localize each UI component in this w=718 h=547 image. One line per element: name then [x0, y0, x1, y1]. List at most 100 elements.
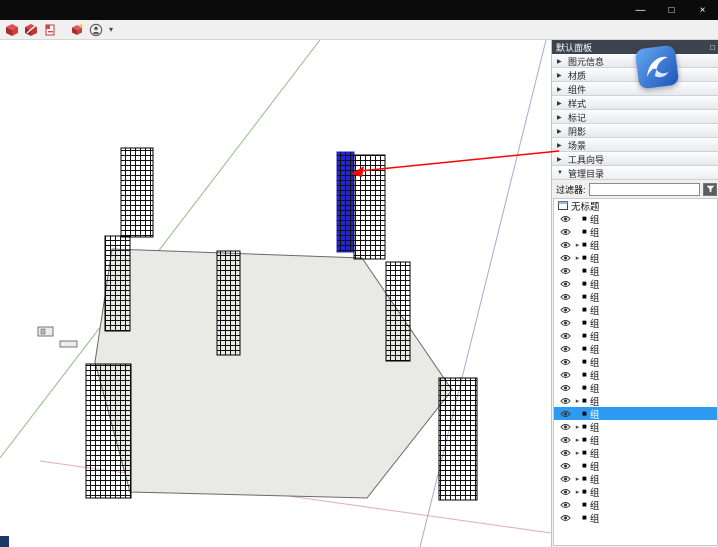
visibility-eye-icon[interactable] [560, 267, 573, 275]
outliner-item[interactable]: ■ 组 [554, 498, 717, 512]
outliner-item[interactable]: ▸ ■ 组 [554, 420, 717, 434]
outliner-item[interactable]: ■ 组 [554, 342, 717, 356]
visibility-eye-icon[interactable] [560, 228, 573, 236]
outliner-item[interactable]: ▸ ■ 组 [554, 446, 717, 460]
visibility-eye-icon[interactable] [560, 319, 573, 327]
plugin-red-cube-icon[interactable] [4, 22, 20, 38]
viewport-canvas[interactable] [0, 40, 551, 547]
outliner-item[interactable]: ■ 组 [554, 511, 717, 525]
expand-arrow-icon[interactable]: ▸ [573, 449, 582, 457]
visibility-eye-icon[interactable] [560, 215, 573, 223]
plugin-red-doc-icon[interactable] [42, 22, 58, 38]
outliner-item[interactable]: ▸ ■ 组 [554, 238, 717, 252]
rebar-column-center[interactable] [216, 250, 241, 356]
visibility-eye-icon[interactable] [560, 397, 573, 405]
filter-options-button[interactable] [703, 182, 717, 196]
outliner-item[interactable]: ■ 组 [554, 329, 717, 343]
outliner-item[interactable]: ■ 组 [554, 225, 717, 239]
visibility-eye-icon[interactable] [560, 423, 573, 431]
expand-arrow-icon[interactable]: ▸ [573, 436, 582, 444]
outliner-item[interactable]: ▸ ■ 组 [554, 485, 717, 499]
visibility-eye-icon[interactable] [560, 293, 573, 301]
visibility-eye-icon[interactable] [560, 488, 573, 496]
sign-in-avatar-icon[interactable] [88, 22, 104, 38]
panel-section[interactable]: ▶ 阴影 [552, 124, 718, 138]
panel-section[interactable]: ▶ 标记 [552, 110, 718, 124]
rebar-column-top-left[interactable] [120, 147, 154, 238]
visibility-eye-icon[interactable] [560, 254, 573, 262]
rebar-column-right[interactable] [385, 261, 411, 362]
panel-section[interactable]: ▶ 场景 [552, 138, 718, 152]
visibility-eye-icon[interactable] [560, 462, 573, 470]
outliner-item[interactable]: ■ 组 [554, 316, 717, 330]
outliner-item[interactable]: ■ 组 [554, 459, 717, 473]
visibility-eye-icon[interactable] [560, 514, 573, 522]
pin-icon[interactable]: □ [710, 43, 715, 52]
outliner-item[interactable]: ▸ ■ 组 [554, 472, 717, 486]
panel-section[interactable]: ▶ 组件 [552, 82, 718, 96]
expand-arrow-icon[interactable]: ▸ [573, 254, 582, 262]
rebar-column-bottom-right[interactable] [438, 377, 478, 501]
outliner-item[interactable]: ■ 组 [554, 303, 717, 317]
expand-arrow-icon[interactable]: ▸ [573, 241, 582, 249]
visibility-eye-icon[interactable] [560, 475, 573, 483]
close-button[interactable]: × [687, 0, 718, 20]
group-label: 组 [589, 461, 600, 473]
group-label: 组 [589, 435, 600, 447]
panel-section-outliner[interactable]: ▼ 管理目录 [552, 166, 718, 180]
corner-block [0, 536, 9, 547]
toolbar-dropdown-arrow-icon[interactable]: ▾ [107, 25, 115, 34]
expand-arrow-icon[interactable]: ▸ [573, 397, 582, 405]
visibility-eye-icon[interactable] [560, 241, 573, 249]
outliner-item[interactable]: ■ 组 [554, 355, 717, 369]
small-component-widgets[interactable] [37, 326, 78, 348]
outliner-item[interactable]: ■ 组 [554, 381, 717, 395]
rebar-column-left[interactable] [104, 235, 131, 332]
group-label: 组 [589, 357, 600, 369]
plugin-red-tool-icon[interactable] [23, 22, 39, 38]
section-label: 图元信息 [568, 56, 605, 67]
maximize-button[interactable]: □ [656, 0, 687, 20]
visibility-eye-icon[interactable] [560, 332, 573, 340]
panel-section[interactable]: ▶ 样式 [552, 96, 718, 110]
expand-arrow-icon[interactable]: ▸ [573, 475, 582, 483]
outliner-item[interactable]: ■ 组 [554, 264, 717, 278]
outliner-item[interactable]: ▸ ■ 组 [554, 251, 717, 265]
expand-arrow-icon[interactable]: ▸ [573, 488, 582, 496]
group-icon: ■ [582, 279, 587, 288]
visibility-eye-icon[interactable] [560, 345, 573, 353]
outliner-item[interactable]: ■ 组 [554, 212, 717, 226]
expand-arrow-icon[interactable]: ▸ [573, 423, 582, 431]
filter-input[interactable] [588, 182, 700, 196]
minimize-button[interactable]: — [625, 0, 656, 20]
outliner-item[interactable]: ■ 组 [554, 277, 717, 291]
visibility-eye-icon[interactable] [560, 384, 573, 392]
outliner-root[interactable]: 无标题 [554, 199, 717, 213]
title-bar: — □ × [0, 0, 718, 20]
visibility-eye-icon[interactable] [560, 358, 573, 366]
visibility-eye-icon[interactable] [560, 371, 573, 379]
visibility-eye-icon[interactable] [560, 410, 573, 418]
section-label: 组件 [568, 84, 587, 95]
outliner-item[interactable]: ■ 组 [554, 407, 717, 421]
panel-section[interactable]: ▶ 材质 [552, 68, 718, 82]
outliner-item[interactable]: ■ 组 [554, 290, 717, 304]
outliner-item[interactable]: ▸ ■ 组 [554, 433, 717, 447]
outliner-item[interactable]: ▸ ■ 组 [554, 394, 717, 408]
visibility-eye-icon[interactable] [560, 501, 573, 509]
visibility-eye-icon[interactable] [560, 436, 573, 444]
group-label: 组 [589, 344, 600, 356]
panel-section[interactable]: ▶ 工具向导 [552, 152, 718, 166]
plugin-red-box-icon[interactable] [69, 22, 85, 38]
outliner-item[interactable]: ■ 组 [554, 368, 717, 382]
group-label: 组 [589, 422, 600, 434]
visibility-eye-icon[interactable] [560, 280, 573, 288]
rebar-column-bottom-left[interactable] [85, 363, 132, 499]
visibility-eye-icon[interactable] [560, 449, 573, 457]
group-label: 组 [589, 487, 600, 499]
tray-header[interactable]: 默认面板 □ [552, 40, 718, 54]
rebar-column-top-right[interactable] [353, 154, 386, 260]
visibility-eye-icon[interactable] [560, 306, 573, 314]
group-label: 组 [589, 227, 600, 239]
selected-rebar-column[interactable] [336, 151, 355, 253]
